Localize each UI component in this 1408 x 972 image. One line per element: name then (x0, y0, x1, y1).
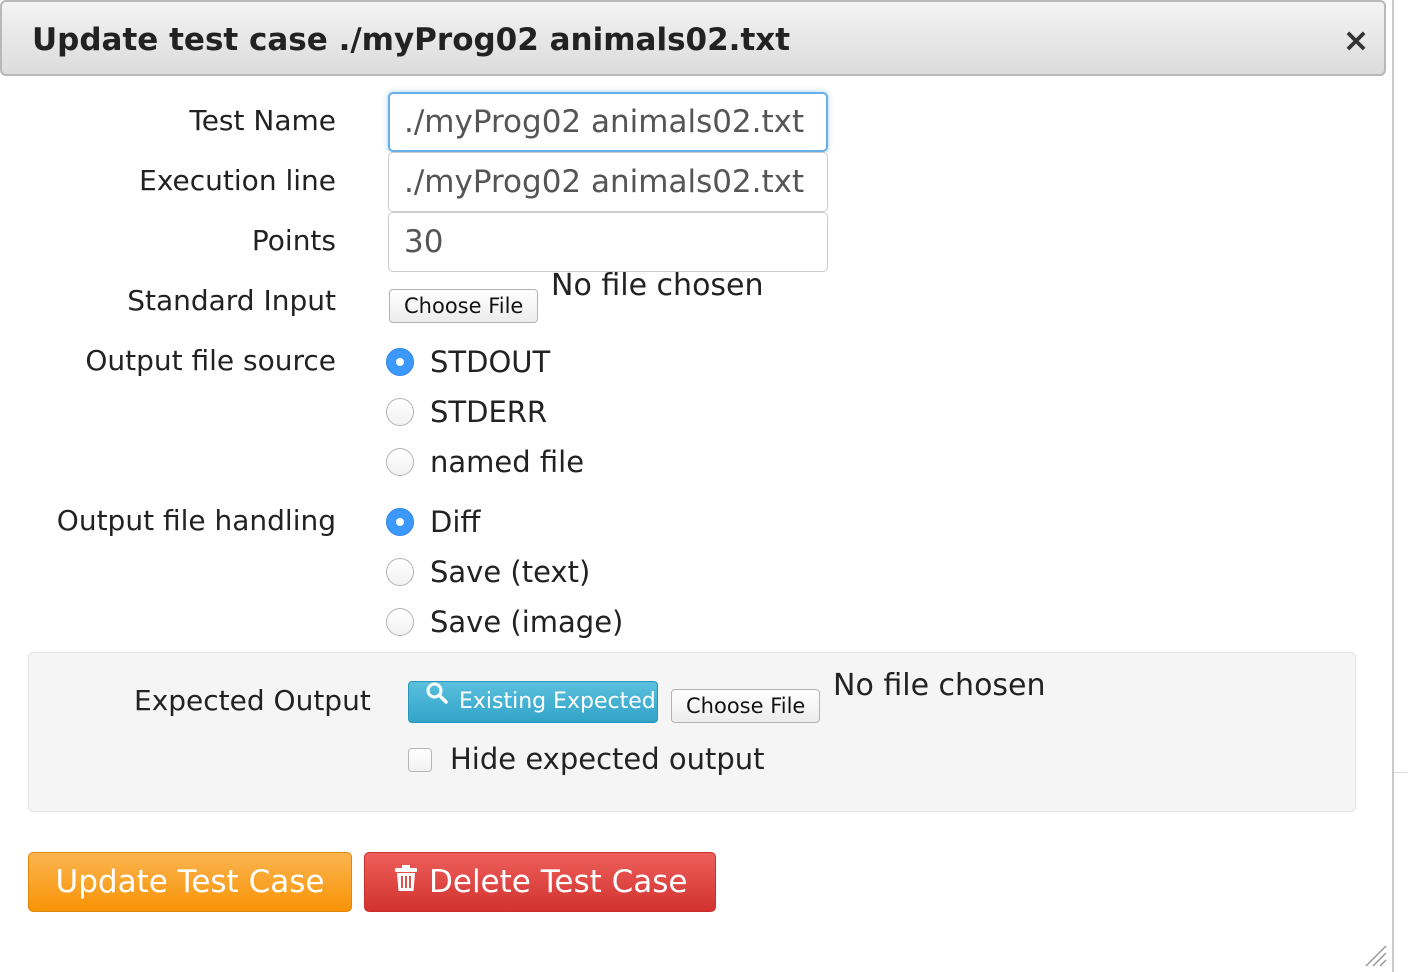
radio-button[interactable] (386, 398, 414, 426)
trash-icon (395, 852, 417, 910)
radio-label: STDERR (430, 395, 548, 429)
hide-expected-output-label[interactable]: Hide expected output (450, 742, 765, 776)
dialog-title: Update test case ./myProg02 animals02.tx… (32, 22, 791, 58)
radio-label: STDOUT (430, 345, 551, 379)
radio-label: Save (image) (430, 605, 624, 639)
output-file-handling-label: Output file handling (56, 504, 336, 537)
resize-grip-icon[interactable] (1360, 940, 1388, 968)
existing-expected-label: Existing Expected (459, 689, 656, 714)
delete-test-case-button[interactable]: Delete Test Case (364, 852, 716, 912)
delete-test-case-label: Delete Test Case (429, 864, 688, 900)
expected-output-label: Expected Output (134, 684, 371, 717)
radio-button[interactable] (386, 558, 414, 586)
radio-button[interactable] (386, 508, 414, 536)
update-test-case-dialog: Update test case ./myProg02 animals02.tx… (0, 0, 1394, 972)
points-input[interactable]: 30 (388, 212, 828, 272)
close-icon[interactable]: × (1338, 22, 1374, 58)
hide-expected-output-checkbox[interactable] (408, 748, 432, 772)
standard-input-file-status: No file chosen (551, 268, 764, 303)
background-strip (1394, 0, 1408, 972)
radio-button[interactable] (386, 348, 414, 376)
standard-input-label: Standard Input (127, 284, 336, 317)
execution-line-input[interactable]: ./myProg02 animals02.txt (388, 152, 828, 212)
existing-expected-button[interactable]: Existing Expected (408, 681, 658, 723)
expected-output-panel (28, 652, 1356, 812)
radio-label: Diff (430, 505, 481, 539)
radio-label: named file (430, 445, 585, 479)
expected-output-choose-file-button[interactable]: Choose File (671, 689, 821, 723)
radio-button[interactable] (386, 448, 414, 476)
output-file-source-label: Output file source (85, 344, 336, 377)
standard-input-choose-file-button[interactable]: Choose File (389, 289, 539, 323)
divider (1394, 772, 1408, 773)
update-test-case-button[interactable]: Update Test Case (28, 852, 352, 912)
radio-label: Save (text) (430, 555, 591, 589)
expected-output-file-status: No file chosen (833, 668, 1046, 703)
points-label: Points (251, 224, 336, 257)
radio-button[interactable] (386, 608, 414, 636)
execution-line-label: Execution line (139, 164, 336, 197)
dialog-titlebar[interactable]: Update test case ./myProg02 animals02.tx… (0, 0, 1386, 76)
search-icon (425, 679, 449, 719)
test-name-input[interactable]: ./myProg02 animals02.txt (388, 92, 828, 152)
test-name-label: Test Name (189, 104, 336, 137)
